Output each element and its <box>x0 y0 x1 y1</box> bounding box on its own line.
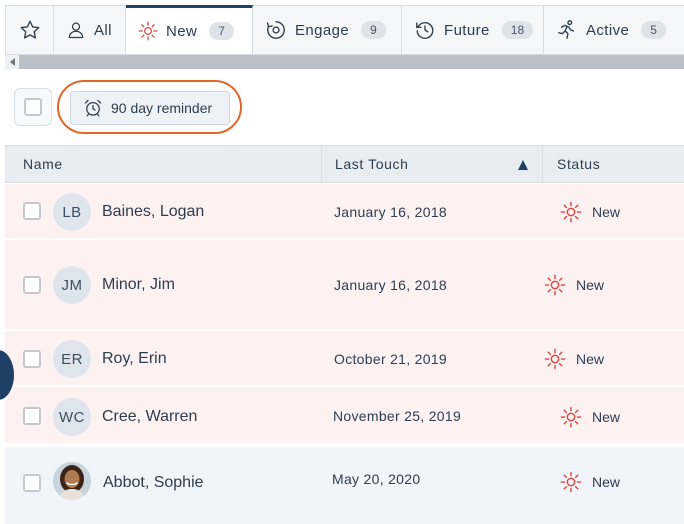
horizontal-scrollbar[interactable] <box>5 55 684 69</box>
row-checkbox[interactable] <box>23 474 41 492</box>
tab-engage[interactable]: Engage 9 <box>253 6 402 54</box>
person-icon <box>68 22 84 39</box>
running-person-icon <box>558 20 575 39</box>
last-touch-date: January 16, 2018 <box>334 204 447 220</box>
scroll-left-arrow-icon <box>9 58 15 66</box>
tab-active[interactable]: Active 5 <box>544 6 684 54</box>
contact-name-link[interactable]: Abbot, Sophie <box>103 474 204 492</box>
status-badge: New <box>544 274 604 296</box>
sun-icon <box>544 348 566 370</box>
column-header-name[interactable]: Name <box>5 146 322 182</box>
row-checkbox[interactable] <box>23 276 41 294</box>
status-label: New <box>576 277 605 293</box>
avatar: ER <box>53 340 91 378</box>
status-badge: New <box>544 348 604 370</box>
tab-new[interactable]: New 7 <box>126 5 253 54</box>
avatar: JM <box>53 266 91 304</box>
alarm-clock-icon <box>84 99 102 117</box>
avatar: LB <box>53 193 91 231</box>
select-all-checkbox-box[interactable] <box>14 88 52 126</box>
avatar-initials: WC <box>59 408 85 426</box>
reminder-filter-label: 90 day reminder <box>111 100 213 116</box>
last-touch-date: May 20, 2020 <box>332 471 421 487</box>
tab-all[interactable]: All <box>54 6 126 54</box>
tab-all-label: All <box>94 21 112 39</box>
engage-cycle-icon <box>266 21 285 39</box>
column-header-status[interactable]: Status <box>543 146 684 182</box>
column-header-status-label: Status <box>557 156 601 172</box>
last-touch-date: January 16, 2018 <box>334 277 447 293</box>
status-tab-bar: All New 7 Engage 9 Future 18 Active 5 <box>5 5 684 55</box>
tab-engage-label: Engage <box>295 21 350 39</box>
row-checkbox[interactable] <box>23 350 41 368</box>
last-touch-date: October 21, 2019 <box>334 351 447 367</box>
sun-icon <box>560 406 582 428</box>
status-badge: New <box>560 471 620 493</box>
tab-future[interactable]: Future 18 <box>402 6 544 54</box>
table-row[interactable]: Abbot, Sophie May 20, 2020 New <box>5 447 684 524</box>
row-checkbox[interactable] <box>23 407 41 425</box>
row-checkbox[interactable] <box>23 202 41 220</box>
table-row[interactable]: WC Cree, Warren November 25, 2019 New <box>5 387 684 445</box>
avatar-initials: ER <box>61 350 83 368</box>
tab-favorites[interactable] <box>5 6 54 54</box>
star-icon <box>20 20 39 39</box>
table-row[interactable]: JM Minor, Jim January 16, 2018 New <box>5 240 684 331</box>
avatar: WC <box>53 398 91 436</box>
history-clock-icon <box>416 22 434 39</box>
scroll-left-button[interactable] <box>5 55 19 69</box>
contact-name-link[interactable]: Cree, Warren <box>102 408 197 426</box>
column-header-name-label: Name <box>23 156 63 172</box>
contact-name-link[interactable]: Minor, Jim <box>102 276 175 294</box>
column-header-last-touch-label: Last Touch <box>335 156 409 172</box>
tab-new-count-badge: 7 <box>209 22 234 40</box>
sun-icon <box>138 21 158 41</box>
sort-ascending-filled-icon <box>518 160 528 170</box>
last-touch-date: November 25, 2019 <box>333 408 462 424</box>
contact-name-link[interactable]: Roy, Erin <box>102 350 167 368</box>
select-all-checkbox[interactable] <box>24 98 42 116</box>
status-label: New <box>592 474 621 490</box>
status-label: New <box>592 409 621 425</box>
status-badge: New <box>560 201 620 223</box>
sun-icon <box>560 201 582 223</box>
avatar-initials: LB <box>62 203 82 221</box>
avatar-photo <box>53 462 91 500</box>
status-label: New <box>576 351 605 367</box>
table-row[interactable]: ER Roy, Erin October 21, 2019 New <box>5 331 684 387</box>
status-label: New <box>592 204 621 220</box>
table-header: Name Last Touch Status <box>5 145 684 183</box>
tab-active-count-badge: 5 <box>641 21 666 39</box>
avatar-initials: JM <box>61 276 83 294</box>
tab-engage-count-badge: 9 <box>361 21 386 39</box>
tab-new-label: New <box>166 22 198 40</box>
sun-icon <box>544 274 566 296</box>
sun-icon <box>560 471 582 493</box>
contact-name-link[interactable]: Baines, Logan <box>102 203 204 221</box>
tab-future-count-badge: 18 <box>501 21 534 39</box>
profile-photo-icon <box>53 462 91 500</box>
tab-active-label: Active <box>586 21 630 39</box>
table-row[interactable]: LB Baines, Logan January 16, 2018 New <box>5 184 684 240</box>
reminder-filter-button[interactable]: 90 day reminder <box>70 91 230 125</box>
status-badge: New <box>560 406 620 428</box>
column-header-last-touch[interactable]: Last Touch <box>322 146 543 182</box>
tab-future-label: Future <box>444 21 490 39</box>
